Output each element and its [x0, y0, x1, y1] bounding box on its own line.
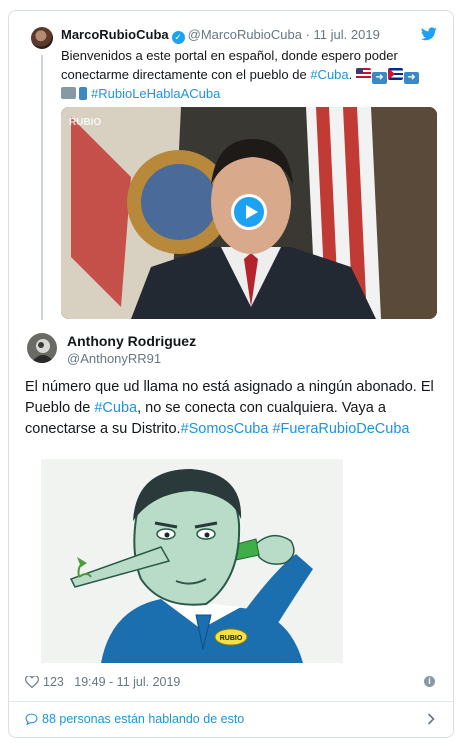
tweet-date[interactable]: 11 jul. 2019	[314, 27, 380, 42]
cartoon-drawing: RUBIO	[41, 459, 343, 663]
mobile-phone-icon	[79, 87, 87, 100]
author-handle[interactable]: @AnthonyRR91	[67, 351, 161, 366]
twitter-bird-icon[interactable]	[421, 27, 437, 41]
badge-label: RUBIO	[220, 635, 243, 642]
author-name[interactable]: Anthony Rodriguez	[67, 333, 196, 349]
separator-dot: ·	[301, 27, 314, 42]
author-name[interactable]: MarcoRubioCuba	[61, 27, 169, 42]
arrow-right-icon: ➜	[371, 72, 387, 84]
like-count[interactable]: 123	[43, 675, 64, 689]
tweet-card: MarcoRubioCuba ✓ @MarcoRubioCuba · 11 jul.…	[8, 10, 454, 738]
avatar[interactable]	[31, 27, 53, 49]
hashtag-cuba[interactable]: #Cuba	[94, 400, 137, 416]
tweet-stats: 123 19:49 - 11 jul. 2019	[25, 675, 180, 689]
avatar[interactable]	[27, 333, 57, 363]
hashtag-somoscuba[interactable]: #SomosCuba	[181, 421, 269, 437]
info-icon[interactable]: i	[424, 676, 435, 687]
cuba-flag-icon	[387, 68, 403, 80]
hashtag-rubio[interactable]: #RubioLeHablaACuba	[91, 86, 220, 101]
comment-icon	[25, 713, 38, 725]
conversation-link[interactable]: 88 personas están hablando de esto	[9, 702, 453, 737]
tweet-timestamp[interactable]: 19:49 - 11 jul. 2019	[74, 675, 180, 689]
keyboard-icon	[61, 87, 76, 99]
video-watermark: RUBIO	[69, 117, 101, 128]
heart-icon[interactable]	[25, 676, 39, 688]
cartoon-image[interactable]: RUBIO	[41, 459, 343, 663]
hashtag-cuba[interactable]: #Cuba	[310, 67, 348, 82]
us-flag-icon	[355, 68, 371, 80]
chevron-right-icon[interactable]	[427, 713, 435, 725]
thread-line	[41, 55, 43, 320]
avatar-image	[27, 333, 57, 363]
play-button[interactable]	[231, 194, 267, 230]
hashtag-fuerarubiodecuba[interactable]: #FueraRubioDeCuba	[272, 421, 409, 437]
arrow-right-icon: ➜	[403, 72, 419, 84]
quoted-tweet-header: MarcoRubioCuba ✓ @MarcoRubioCuba · 11 jul.…	[61, 27, 380, 44]
verified-badge-icon: ✓	[171, 31, 185, 44]
conversation-label: 88 personas están hablando de esto	[42, 712, 245, 726]
tweet-text: El número que ud llama no está asignado …	[25, 379, 434, 437]
author-handle[interactable]: @MarcoRubioCuba	[188, 27, 302, 42]
video-thumbnail[interactable]: RUBIO	[61, 107, 437, 319]
quoted-tweet-text: Bienvenidos a este portal en español, do…	[61, 46, 431, 103]
